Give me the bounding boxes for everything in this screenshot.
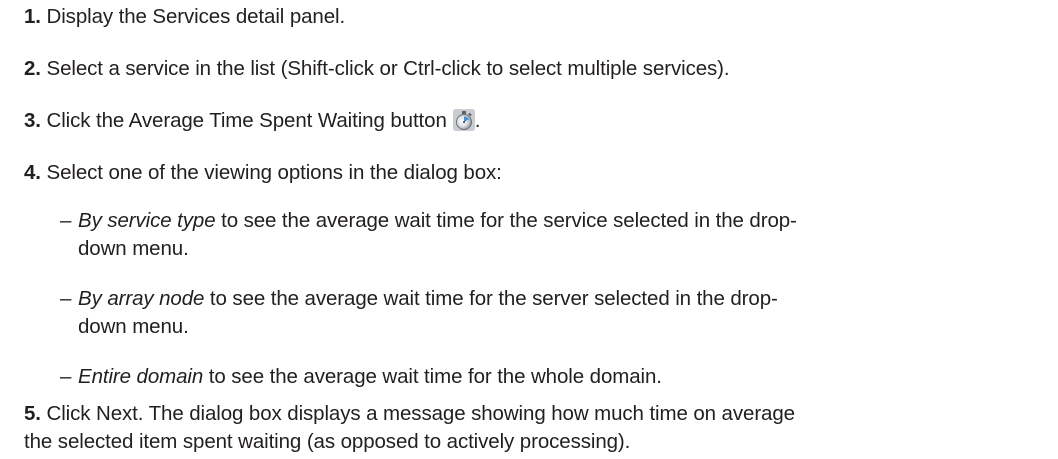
step-number: 3.: [24, 109, 41, 132]
step-number: 4.: [24, 161, 41, 184]
step-text: Click Next. The dialog box displays a me…: [46, 402, 796, 425]
step-3: 3. Click the Average Time Spent Waiting …: [24, 107, 1038, 135]
option-by-array-node: – By array node to see the average wait …: [60, 285, 1038, 341]
option-entire-domain: – Entire domain to see the average wait …: [60, 363, 1038, 391]
list-dash: –: [60, 287, 72, 310]
option-text: to see the average wait time for the who…: [203, 365, 662, 388]
option-text-cont: down menu.: [78, 315, 189, 338]
option-term: Entire domain: [78, 365, 204, 388]
step-text: Click the Average Time Spent Waiting but…: [46, 109, 447, 132]
step-2: 2. Select a service in the list (Shift-c…: [24, 55, 1038, 83]
step-5: 5. Click Next. The dialog box displays a…: [24, 400, 1038, 456]
list-dash: –: [60, 209, 72, 232]
option-text-cont: down menu.: [78, 237, 189, 260]
document-page: 1. Display the Services detail panel. 2.…: [0, 0, 1058, 459]
step-number: 5.: [24, 402, 41, 425]
stopwatch-icon: [452, 109, 475, 131]
option-term: By array node: [78, 287, 205, 310]
step-text: Display the Services detail panel.: [46, 5, 346, 28]
step-1: 1. Display the Services detail panel.: [24, 3, 1038, 31]
option-term: By service type: [78, 209, 216, 232]
step-text-cont: the selected item spent waiting (as oppo…: [24, 430, 631, 453]
step-text: Select a service in the list (Shift-clic…: [46, 57, 730, 80]
step-text-end: .: [474, 109, 481, 132]
list-dash: –: [60, 365, 72, 388]
step-4: 4. Select one of the viewing options in …: [24, 159, 1038, 187]
option-by-service-type: – By service type to see the average wai…: [60, 207, 1038, 263]
step-number: 2.: [24, 57, 41, 80]
step-text: Select one of the viewing options in the…: [46, 161, 502, 184]
option-text: to see the average wait time for the ser…: [215, 209, 797, 232]
step-number: 1.: [24, 5, 41, 28]
option-text: to see the average wait time for the ser…: [204, 287, 778, 310]
